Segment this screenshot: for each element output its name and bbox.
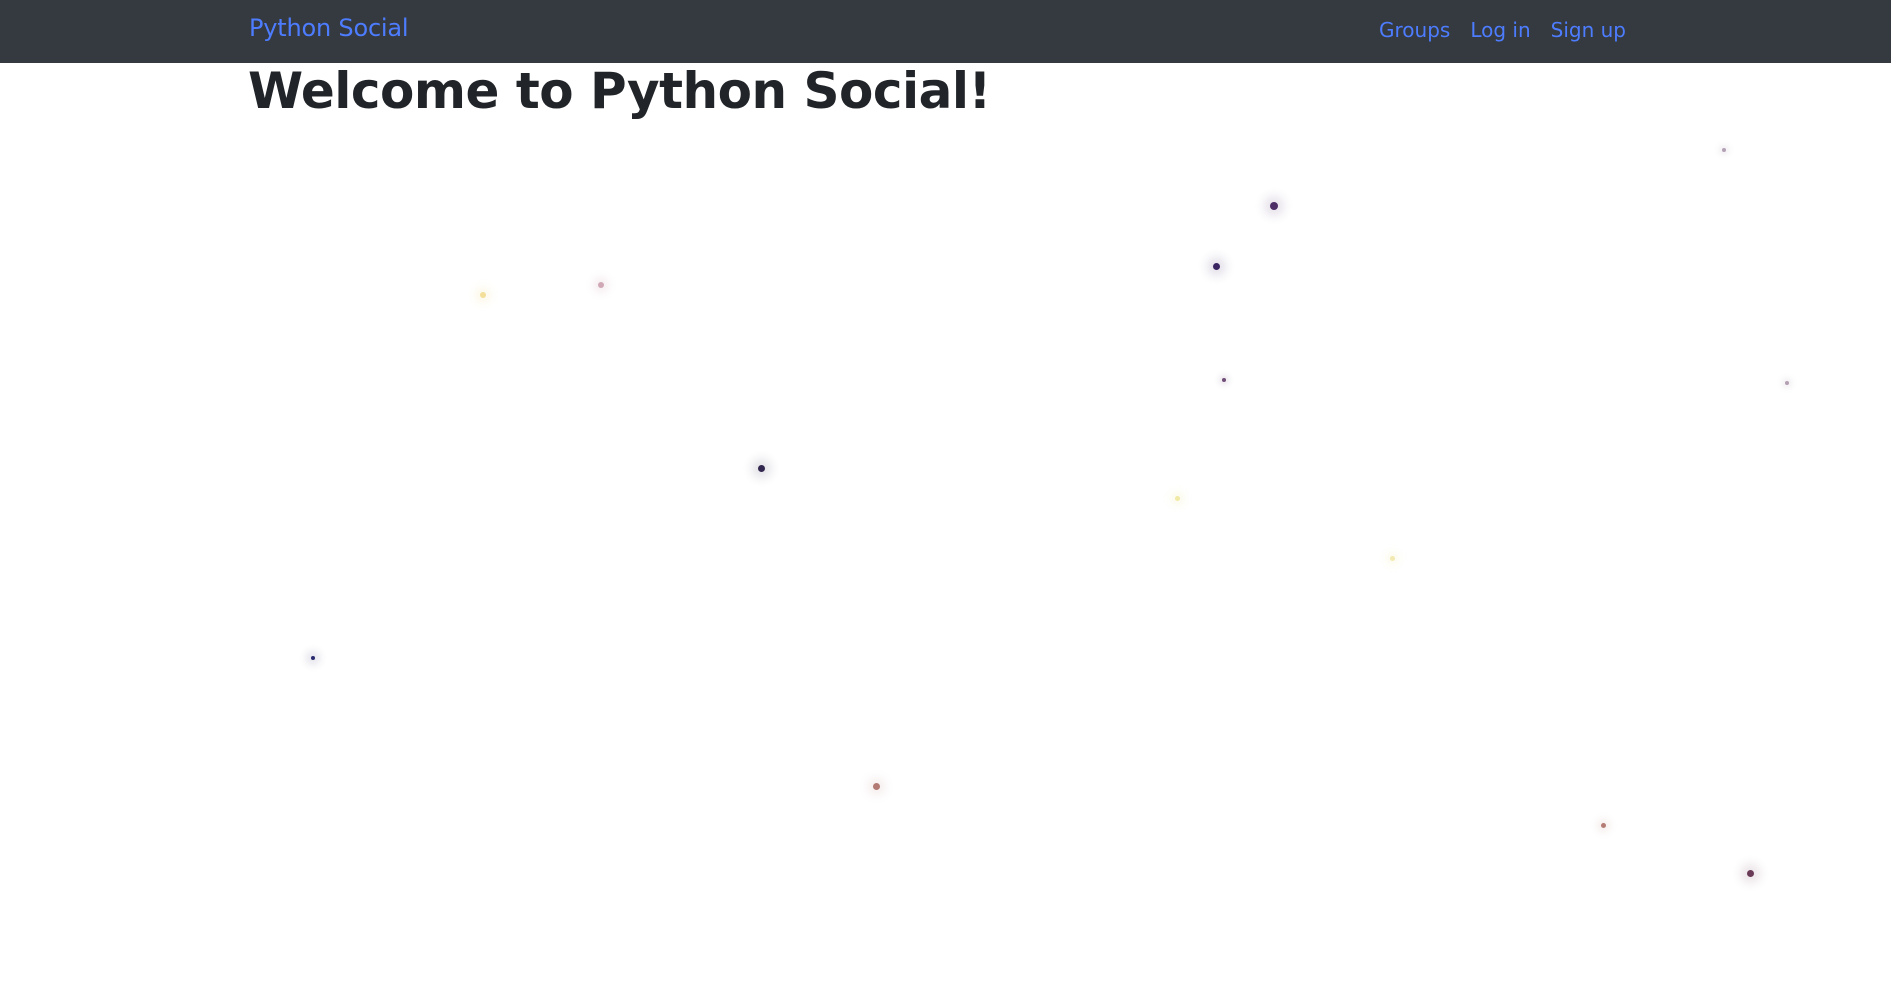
particle-dot: [1747, 870, 1754, 877]
particle-dot: [1213, 263, 1220, 270]
nav-link-signup[interactable]: Sign up: [1551, 18, 1626, 42]
particle-dot: [1601, 823, 1606, 828]
nav-link-login[interactable]: Log in: [1470, 18, 1530, 42]
page-title: Welcome to Python Social!: [248, 62, 991, 120]
top-navbar: Python Social Groups Log in Sign up: [0, 0, 1891, 63]
particle-dot: [758, 465, 765, 472]
particle-dot: [873, 783, 880, 790]
brand-link[interactable]: Python Social: [249, 14, 409, 42]
nav-links: Groups Log in Sign up: [1379, 18, 1626, 42]
particle-dot: [480, 292, 486, 298]
particle-dot: [1175, 496, 1180, 501]
particle-dot: [1222, 378, 1226, 382]
particle-dot: [1785, 381, 1789, 385]
nav-link-groups[interactable]: Groups: [1379, 18, 1450, 42]
particle-dot: [1722, 148, 1726, 152]
particle-dot: [598, 282, 604, 288]
particle-dot: [1390, 556, 1395, 561]
particle-dot: [1270, 202, 1278, 210]
particle-background: [0, 0, 1891, 985]
particle-dot: [311, 656, 315, 660]
